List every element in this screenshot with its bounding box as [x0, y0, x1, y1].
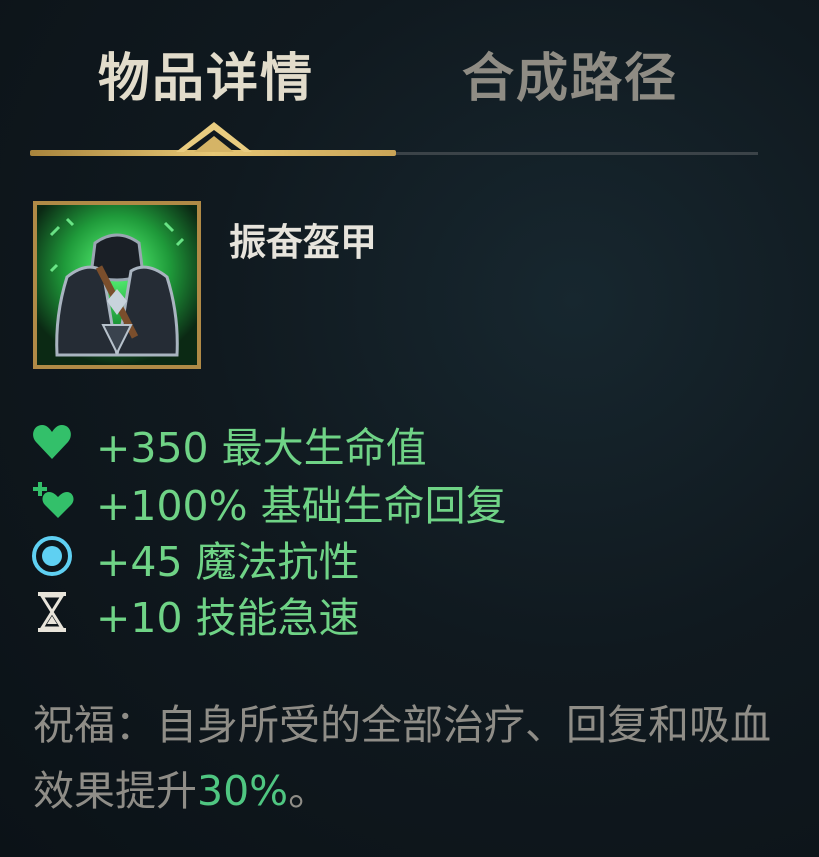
stat-row-health: +350 最大生命值	[30, 414, 730, 472]
item-name: 振奋盔甲	[229, 221, 377, 264]
stat-text: +10 技能急速	[96, 594, 360, 642]
active-tab-caret-icon	[176, 122, 252, 152]
stat-row-ability-haste: +10 技能急速	[30, 584, 730, 642]
heart-icon	[33, 425, 71, 459]
passive-text-end: 。	[288, 767, 330, 815]
stat-text: +350 最大生命值	[96, 424, 427, 472]
passive-text: 祝福：自身所受的全部治疗、回复和吸血效果提升	[33, 701, 771, 815]
tab-recipe-path[interactable]: 合成路径	[462, 36, 678, 111]
tab-item-details[interactable]: 物品详情	[98, 36, 314, 111]
armor-item-icon	[37, 205, 197, 365]
magic-resist-icon	[32, 536, 72, 576]
heal-regen-icon	[33, 482, 74, 518]
passive-highlight-value: 30%	[197, 767, 289, 815]
hourglass-icon	[38, 592, 66, 632]
stat-row-magic-resist: +45 魔法抗性	[30, 528, 730, 586]
passive-description: 祝福：自身所受的全部治疗、回复和吸血效果提升30%。	[33, 692, 773, 824]
tab-bar: 物品详情 合成路径	[0, 0, 819, 170]
item-icon[interactable]	[33, 201, 201, 369]
stat-text: +100% 基础生命回复	[96, 482, 507, 530]
stat-row-health-regen: +100% 基础生命回复	[30, 472, 730, 530]
stat-text: +45 魔法抗性	[96, 538, 360, 586]
